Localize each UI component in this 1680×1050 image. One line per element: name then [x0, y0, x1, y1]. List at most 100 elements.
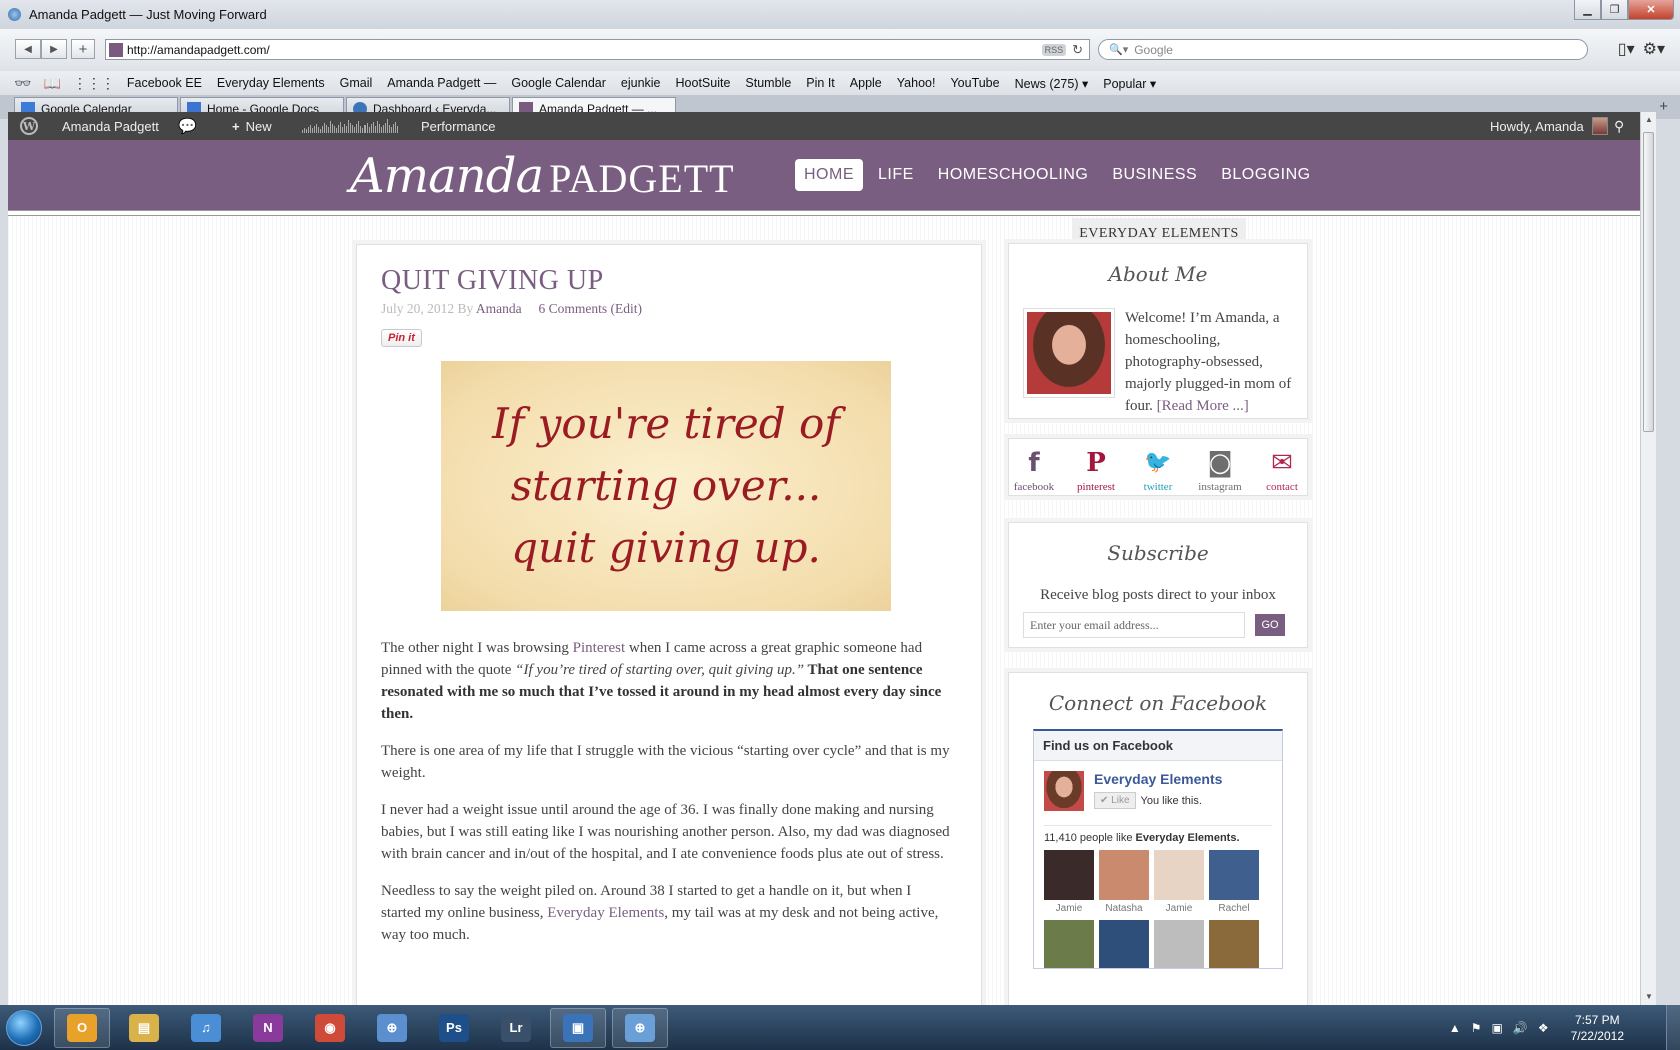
pinterest-link[interactable]: Pinterest: [573, 640, 626, 656]
taskbar-app[interactable]: Ps: [426, 1008, 482, 1048]
nav-home[interactable]: HOME: [795, 159, 863, 191]
facebook-face[interactable]: Rachel: [1209, 850, 1259, 915]
admin-howdy[interactable]: Howdy, Amanda: [1490, 112, 1608, 140]
minimize-button[interactable]: ▁: [1574, 0, 1601, 20]
pin-it-button[interactable]: Pin it: [381, 329, 422, 347]
subscribe-go-button[interactable]: GO: [1255, 614, 1285, 636]
post-edit-link[interactable]: (Edit): [611, 301, 643, 316]
facebook-face[interactable]: [1044, 920, 1094, 968]
social-label: twitter: [1143, 481, 1173, 493]
facebook-face[interactable]: [1209, 920, 1259, 968]
post-author-link[interactable]: Amanda: [476, 301, 522, 316]
taskbar-app[interactable]: ◉: [302, 1008, 358, 1048]
reading-list-icon[interactable]: 👓: [14, 75, 31, 92]
bookmark-folder[interactable]: Popular ▾: [1103, 76, 1156, 91]
scroll-thumb[interactable]: [1643, 132, 1654, 432]
tray-expand-icon[interactable]: ▲: [1449, 1021, 1461, 1035]
taskbar-app[interactable]: ⊕: [364, 1008, 420, 1048]
bookmark-item[interactable]: Amanda Padgett —: [387, 76, 496, 90]
flag-icon[interactable]: ⚑: [1471, 1021, 1482, 1035]
avatar: [1591, 117, 1608, 135]
bookmark-item[interactable]: Facebook EE: [127, 76, 202, 90]
site-favicon-icon: [109, 42, 123, 57]
bookmark-folder[interactable]: News (275) ▾: [1015, 76, 1089, 91]
nav-blogging[interactable]: BLOGGING: [1212, 159, 1319, 191]
admin-new-button[interactable]: + New: [232, 112, 272, 140]
nav-business[interactable]: BUSINESS: [1103, 159, 1206, 191]
comments-bubble-icon[interactable]: 💬: [178, 112, 197, 140]
site-logo[interactable]: Amanda PADGETT: [350, 148, 735, 204]
scroll-down-arrow-icon[interactable]: ▼: [1641, 989, 1656, 1005]
forward-button[interactable]: ▶: [41, 39, 67, 59]
clock[interactable]: 7:57 PM 7/22/2012: [1571, 1012, 1624, 1044]
bookmark-item[interactable]: Pin It: [806, 76, 835, 90]
taskbar-app[interactable]: ▤: [116, 1008, 172, 1048]
search-field[interactable]: 🔍▾ Google: [1098, 39, 1588, 60]
bookmark-item[interactable]: Yahoo!: [897, 76, 936, 90]
scroll-up-arrow-icon[interactable]: ▲: [1641, 112, 1656, 128]
bookmark-item[interactable]: ejunkie: [621, 76, 661, 90]
bookmark-item[interactable]: YouTube: [950, 76, 999, 90]
address-bar[interactable]: http://amandapadgett.com/ RSS ↻: [105, 39, 1090, 60]
taskbar-app[interactable]: N: [240, 1008, 296, 1048]
taskbar-app[interactable]: ♫: [178, 1008, 234, 1048]
social-facebook[interactable]: f facebook: [1010, 447, 1058, 493]
add-bookmark-button[interactable]: +: [71, 39, 95, 59]
gear-icon[interactable]: ⚙▾: [1643, 39, 1665, 59]
system-tray: ▲ ⚑ ▣ 🔊 ❖ 7:57 PM 7/22/2012: [1449, 1005, 1624, 1050]
taskbar-app[interactable]: O: [54, 1007, 110, 1048]
social-pinterest[interactable]: P pinterest: [1072, 447, 1120, 493]
read-more-link[interactable]: [Read More ...]: [1157, 398, 1249, 414]
page-scrollbar[interactable]: ▲ ▼: [1640, 112, 1656, 1005]
taskbar-app[interactable]: ⊕: [612, 1007, 668, 1048]
social-instagram[interactable]: ◙ instagram: [1196, 447, 1244, 493]
post-meta: July 20, 2012 By Amanda 6 Comments (Edit…: [381, 301, 955, 317]
facebook-face[interactable]: Jamie: [1154, 850, 1204, 915]
wordpress-logo-icon[interactable]: W: [20, 112, 38, 140]
post-title[interactable]: QUIT GIVING UP: [381, 265, 955, 297]
admin-performance[interactable]: Performance: [421, 112, 495, 140]
bookmark-item[interactable]: Google Calendar: [511, 76, 606, 90]
nav-life[interactable]: LIFE: [869, 159, 923, 191]
new-tab-button[interactable]: +: [1659, 98, 1668, 115]
admin-search-icon[interactable]: ⚲: [1614, 112, 1624, 140]
reload-icon[interactable]: ↻: [1072, 42, 1083, 58]
bookmark-item[interactable]: HootSuite: [676, 76, 731, 90]
admin-site-name[interactable]: Amanda Padgett: [62, 112, 159, 140]
back-button[interactable]: ◀: [15, 39, 41, 59]
facebook-face[interactable]: Natasha: [1099, 850, 1149, 915]
everyday-elements-link[interactable]: Everyday Elements: [547, 905, 664, 921]
url-text[interactable]: http://amandapadgett.com/: [127, 43, 1042, 57]
facebook-page-avatar[interactable]: [1044, 771, 1084, 811]
close-button[interactable]: ✕: [1628, 0, 1674, 20]
stats-sparkline[interactable]: [302, 112, 398, 140]
rss-button[interactable]: RSS: [1041, 43, 1067, 56]
page-menu-icon[interactable]: ▯▾: [1618, 39, 1635, 59]
taskbar-app[interactable]: ▣: [550, 1007, 606, 1048]
facebook-face[interactable]: [1154, 920, 1204, 968]
nav-homeschooling[interactable]: HOMESCHOOLING: [929, 159, 1098, 191]
bookmark-item[interactable]: Gmail: [340, 76, 373, 90]
facebook-page-name[interactable]: Everyday Elements: [1094, 771, 1222, 787]
start-button[interactable]: [0, 1005, 48, 1050]
facebook-like-button[interactable]: ✔ Like: [1094, 792, 1136, 809]
subscribe-title: Subscribe: [1107, 541, 1209, 565]
email-field[interactable]: Enter your email address...: [1023, 612, 1245, 638]
top-sites-grid-icon[interactable]: ⋮⋮⋮: [73, 75, 115, 92]
network-icon[interactable]: ▣: [1492, 1021, 1503, 1035]
show-desktop-button[interactable]: [1666, 1005, 1680, 1050]
bookmark-item[interactable]: Apple: [850, 76, 882, 90]
bookmark-item[interactable]: Stumble: [745, 76, 791, 90]
facebook-face[interactable]: Jamie: [1044, 850, 1094, 915]
social-contact[interactable]: ✉ contact: [1258, 447, 1306, 493]
bookmarks-book-icon[interactable]: 📖: [43, 75, 60, 92]
volume-icon[interactable]: 🔊: [1513, 1021, 1528, 1035]
social-twitter[interactable]: 🐦 twitter: [1134, 447, 1182, 493]
history-buttons: ◀ ▶ +: [15, 39, 95, 59]
maximize-button[interactable]: ❐: [1601, 0, 1628, 20]
taskbar-app[interactable]: Lr: [488, 1008, 544, 1048]
post-comments-link[interactable]: 6 Comments: [539, 301, 608, 316]
dropbox-icon[interactable]: ❖: [1538, 1021, 1549, 1035]
bookmark-item[interactable]: Everyday Elements: [217, 76, 325, 90]
facebook-face[interactable]: [1099, 920, 1149, 968]
